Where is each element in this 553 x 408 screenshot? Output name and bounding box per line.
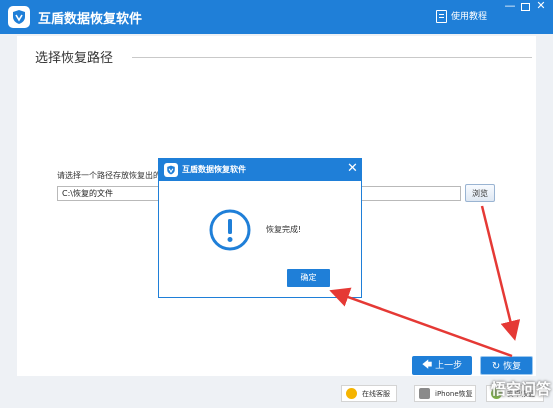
- dialog-message: 恢复完成!: [266, 225, 302, 234]
- dialog-logo-icon: [164, 163, 178, 177]
- dialog-close-button[interactable]: ✕: [347, 162, 358, 175]
- maximize-icon: [520, 3, 530, 11]
- completion-dialog: 互盾数据恢复软件 ✕ 恢复完成! 确定: [158, 158, 362, 298]
- title-bar: 互盾数据恢复软件 使用教程 — ✕: [0, 0, 553, 34]
- maximize-button[interactable]: [517, 0, 533, 14]
- dialog-ok-button[interactable]: 确定: [287, 269, 330, 287]
- minimize-button[interactable]: —: [502, 0, 518, 14]
- info-exclamation-icon: [209, 209, 251, 255]
- footer-bar: 在线客服 iPhone恢复 安卓恢复: [0, 378, 553, 408]
- dialog-title-bar: 互盾数据恢复软件 ✕: [159, 159, 361, 181]
- refresh-icon: ↻: [491, 361, 501, 372]
- recover-button[interactable]: ↻ 恢复: [480, 356, 533, 375]
- iphone-icon: [419, 388, 430, 399]
- iphone-recovery-label: iPhone恢复: [435, 390, 473, 398]
- browse-button[interactable]: 浏览: [465, 184, 495, 202]
- recover-label: 恢复: [503, 362, 522, 372]
- section-divider: [132, 57, 532, 58]
- app-logo-icon: [8, 6, 30, 28]
- close-button[interactable]: ✕: [533, 0, 549, 14]
- app-title: 互盾数据恢复软件: [38, 12, 143, 27]
- iphone-recovery-button[interactable]: iPhone恢复: [414, 385, 476, 402]
- online-service-button[interactable]: 在线客服: [341, 385, 397, 402]
- watermark-text: 悟空问答: [491, 380, 552, 398]
- online-service-label: 在线客服: [362, 390, 390, 398]
- previous-step-button[interactable]: 🡄 上一步: [412, 356, 472, 375]
- dialog-title: 互盾数据恢复软件: [182, 165, 246, 174]
- help-tutorial-link[interactable]: 使用教程: [436, 9, 487, 23]
- section-title: 选择恢复路径: [35, 51, 114, 66]
- qq-icon: [346, 388, 357, 399]
- document-icon: [436, 10, 447, 23]
- previous-step-label: 上一步: [435, 361, 463, 371]
- arrow-left-icon: 🡄: [421, 360, 433, 371]
- help-tutorial-label: 使用教程: [451, 12, 488, 22]
